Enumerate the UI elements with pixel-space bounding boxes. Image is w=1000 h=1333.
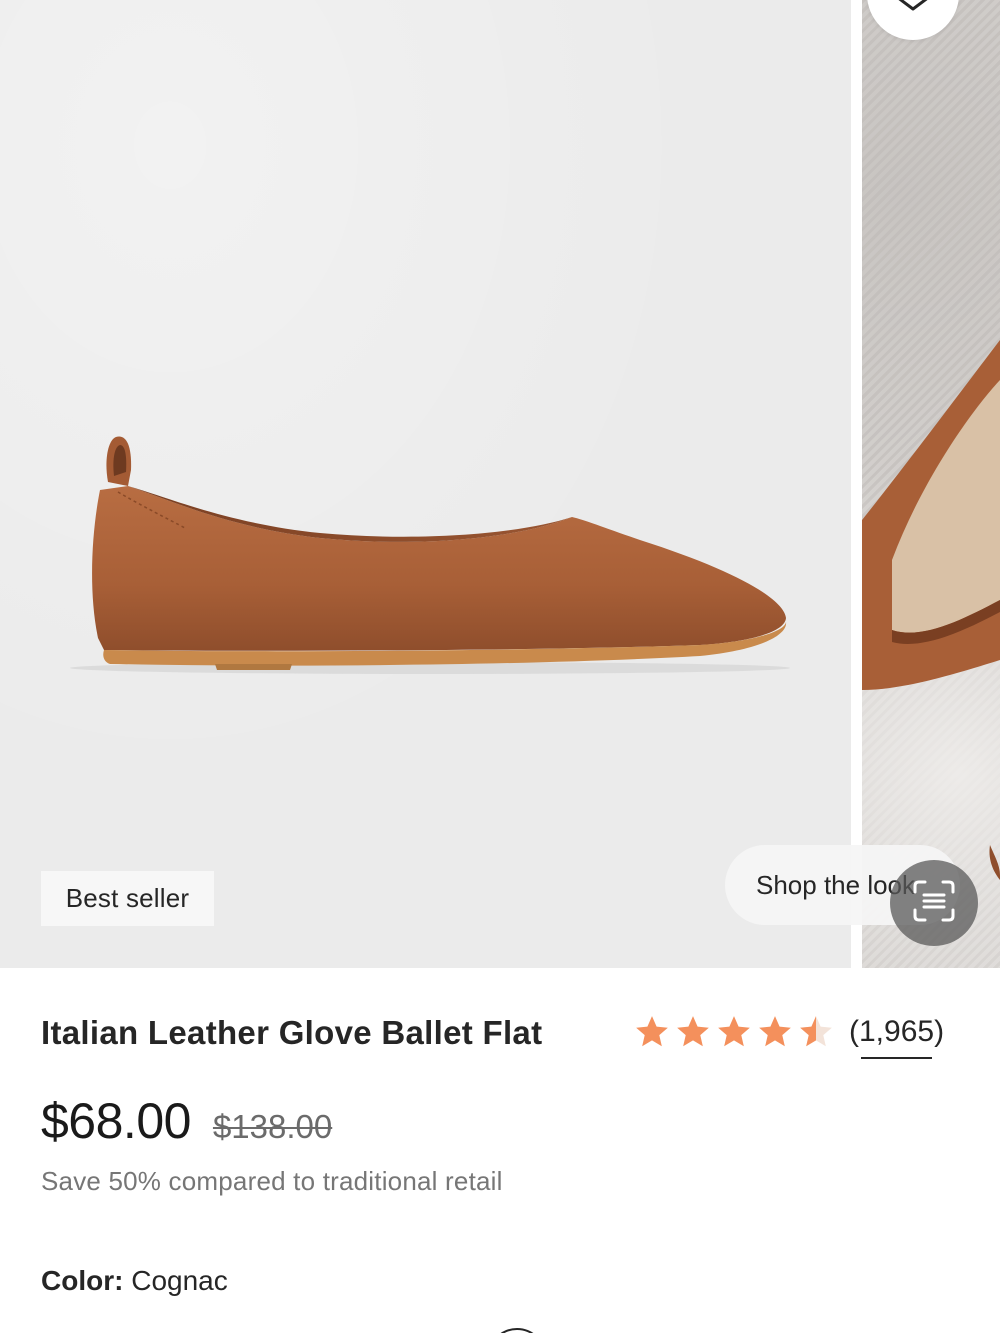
savings-note: Save 50% compared to traditional retail bbox=[41, 1166, 503, 1196]
product-rating[interactable]: (1,965) bbox=[633, 1012, 944, 1059]
color-selection-label: Color: Cognac bbox=[41, 1265, 228, 1297]
heart-icon bbox=[895, 0, 931, 16]
original-price: $138.00 bbox=[212, 1108, 333, 1145]
current-price: $68.00 bbox=[41, 1093, 191, 1149]
best-seller-badge: Best seller bbox=[41, 871, 214, 926]
rating-stars bbox=[633, 1013, 835, 1051]
star-full-icon bbox=[718, 1016, 750, 1047]
ballet-flat-image bbox=[70, 436, 790, 674]
visual-search-button[interactable] bbox=[890, 860, 978, 946]
star-half-icon bbox=[800, 1016, 832, 1047]
product-image-main[interactable] bbox=[0, 0, 851, 968]
star-full-icon bbox=[759, 1016, 791, 1047]
product-image-gallery[interactable]: Best seller Shop the look bbox=[0, 0, 1000, 968]
color-value: Cognac bbox=[131, 1265, 228, 1296]
price-row: $68.00 $138.00 bbox=[41, 1092, 332, 1150]
review-count-link[interactable]: (1,965) bbox=[849, 1015, 944, 1059]
color-label: Color: bbox=[41, 1265, 124, 1296]
color-swatch-selected[interactable] bbox=[488, 1328, 546, 1333]
ballet-flat-detail-image bbox=[862, 340, 1000, 880]
product-title: Italian Leather Glove Ballet Flat bbox=[41, 1014, 543, 1051]
star-full-icon bbox=[677, 1016, 709, 1047]
product-image-next[interactable] bbox=[862, 0, 1000, 968]
star-full-icon bbox=[636, 1016, 668, 1047]
visual-search-icon bbox=[911, 878, 957, 929]
